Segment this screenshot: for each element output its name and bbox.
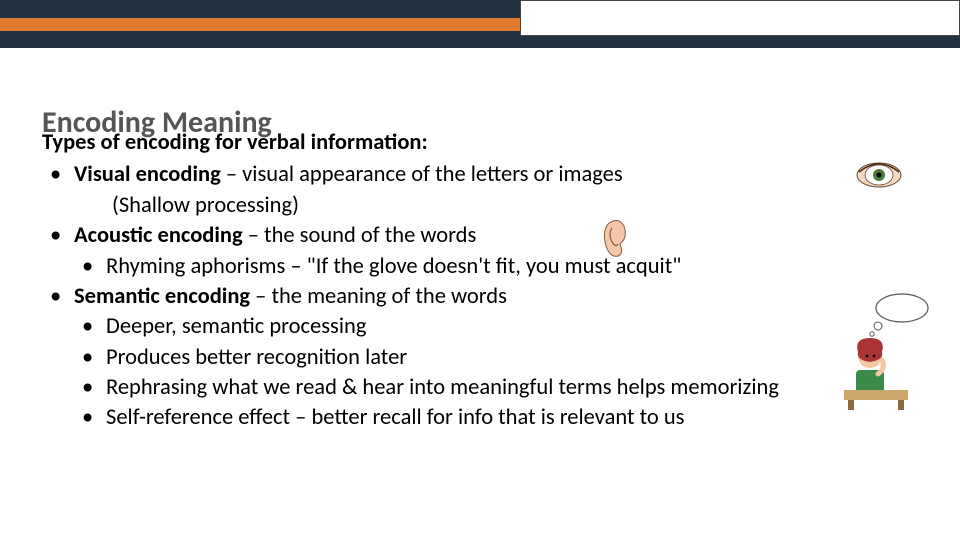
slide-header-bar: [0, 0, 960, 48]
list-item: Semantic encoding – the meaning of the w…: [42, 282, 930, 434]
bullet-list: Visual encoding – visual appearance of t…: [42, 160, 930, 433]
sub-text: Rephrasing what we read & hear into mean…: [106, 374, 779, 401]
list-item: Visual encoding – visual appearance of t…: [42, 160, 930, 221]
sub-list: Rhyming aphorisms – "If the glove doesn'…: [74, 252, 930, 282]
sub-text: Rhyming aphorisms – "If the glove doesn'…: [106, 253, 681, 280]
item-rest: – the meaning of the words: [250, 283, 507, 310]
item-rest: – the sound of the words: [243, 222, 477, 249]
sub-text: Produces better recognition later: [106, 344, 407, 371]
slide-content: Types of encoding for verbal information…: [42, 128, 930, 434]
intro-line: Types of encoding for verbal information…: [42, 128, 930, 158]
item-extra: (Shallow processing): [74, 191, 930, 221]
ear-icon: [600, 218, 630, 265]
list-item: Rhyming aphorisms – "If the glove doesn'…: [74, 252, 930, 282]
item-bold: Visual encoding: [74, 161, 221, 188]
list-item: Produces better recognition later: [74, 343, 930, 373]
list-item: Deeper, semantic processing: [74, 312, 930, 342]
item-bold: Acoustic encoding: [74, 222, 243, 249]
eye-icon: [856, 160, 902, 195]
sub-text: Deeper, semantic processing: [106, 313, 366, 340]
sub-text: Self-reference effect – better recall fo…: [106, 404, 684, 431]
list-item: Self-reference effect – better recall fo…: [74, 403, 930, 433]
person-thinking-icon: [844, 290, 932, 415]
title-block-box: [520, 0, 960, 36]
item-rest: – visual appearance of the letters or im…: [221, 161, 623, 188]
item-bold: Semantic encoding: [74, 283, 250, 310]
sub-list: Deeper, semantic processing Produces bet…: [74, 312, 930, 434]
list-item: Acoustic encoding – the sound of the wor…: [42, 221, 930, 282]
list-item: Rephrasing what we read & hear into mean…: [74, 373, 930, 403]
